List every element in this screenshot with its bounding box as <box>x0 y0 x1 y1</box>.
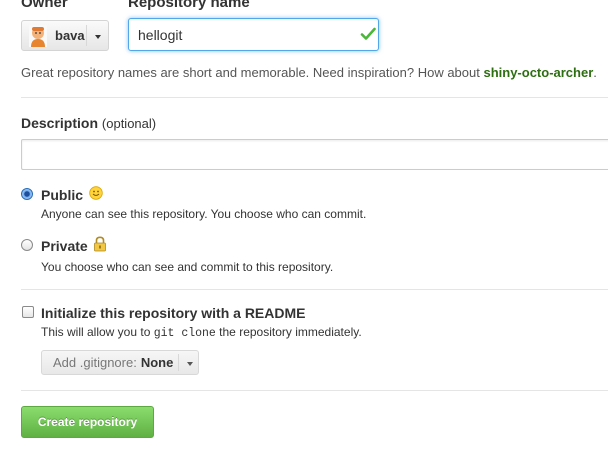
private-description: You choose who can see and commit to thi… <box>41 260 334 274</box>
init-desc-after: the repository immediately. <box>215 325 362 339</box>
section-divider <box>21 97 608 98</box>
description-optional: (optional) <box>101 116 157 131</box>
hint-text: Great repository names are short and mem… <box>21 65 484 80</box>
gitignore-select[interactable]: Add .gitignore: None <box>41 350 199 375</box>
lock-icon <box>93 236 107 252</box>
gitignore-prefix: Add .gitignore: <box>53 355 137 370</box>
repo-name-hint: Great repository names are short and mem… <box>21 65 597 80</box>
description-input[interactable] <box>21 139 608 170</box>
public-radio[interactable] <box>21 188 33 200</box>
user-avatar-icon <box>29 24 47 47</box>
create-repository-button[interactable]: Create repository <box>21 406 154 438</box>
description-label-text: Description <box>21 115 99 131</box>
private-radio[interactable] <box>21 239 33 251</box>
repo-name-label: Repository name <box>128 0 250 11</box>
init-readme-checkbox[interactable] <box>22 306 34 318</box>
check-icon <box>360 26 376 42</box>
description-label: Description (optional) <box>21 115 156 131</box>
owner-select-divider <box>86 25 87 46</box>
gitignore-value: None <box>140 355 174 370</box>
chevron-down-icon[interactable] <box>95 35 101 39</box>
section-divider <box>21 390 608 391</box>
init-desc-code: git clone <box>153 327 216 340</box>
smiley-icon <box>89 186 103 200</box>
init-readme-title[interactable]: Initialize this repository with a README <box>41 305 305 321</box>
init-desc-before: This will allow you to <box>41 325 154 339</box>
hint-end: . <box>593 65 597 80</box>
chevron-down-icon[interactable] <box>187 362 193 366</box>
owner-select[interactable]: bava <box>21 20 109 51</box>
public-title[interactable]: Public <box>41 187 83 203</box>
private-title[interactable]: Private <box>41 238 88 254</box>
name-suggestion-link[interactable]: shiny-octo-archer <box>483 65 593 80</box>
init-readme-description: This will allow you to git clone the rep… <box>41 325 362 340</box>
repo-name-input[interactable] <box>128 18 379 51</box>
public-description: Anyone can see this repository. You choo… <box>41 207 367 221</box>
owner-name: bava <box>55 28 85 43</box>
owner-label: Owner <box>21 0 68 11</box>
section-divider <box>21 289 608 290</box>
gitignore-divider <box>178 354 179 371</box>
